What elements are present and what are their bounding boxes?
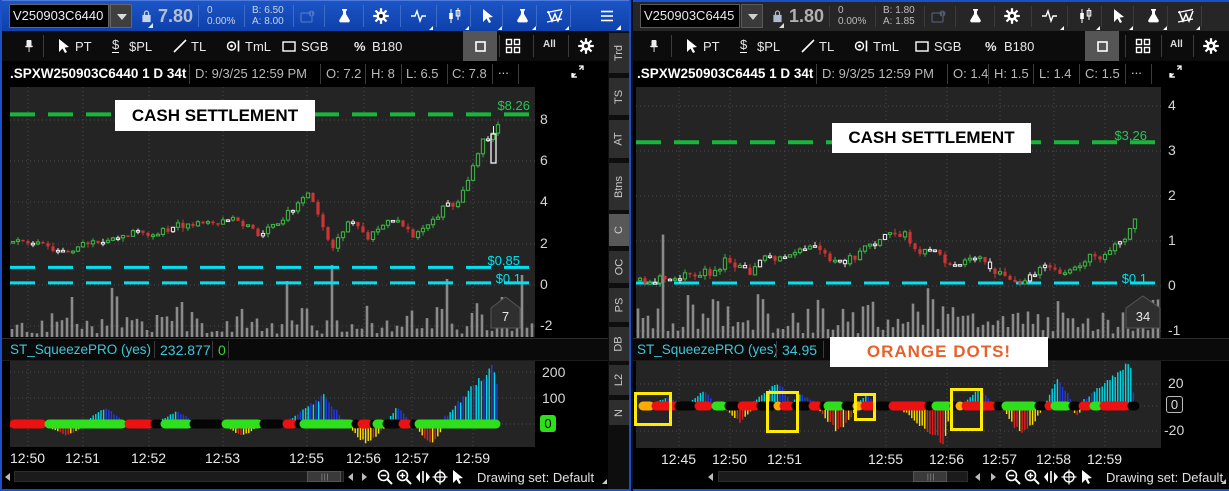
svg-text:7: 7 bbox=[502, 309, 509, 324]
svg-text:34: 34 bbox=[1136, 309, 1150, 324]
